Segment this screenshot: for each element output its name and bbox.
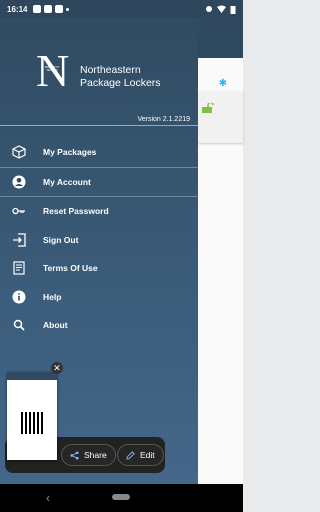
background-card (198, 91, 243, 143)
key-icon (12, 204, 26, 218)
menu-item-label: About (43, 320, 68, 331)
battery-icon (230, 5, 236, 14)
brand-text: Northeastern Package Lockers (80, 64, 161, 90)
share-label: Share (84, 450, 107, 460)
share-button[interactable]: Share (61, 444, 116, 466)
menu-item-label: Help (43, 291, 62, 302)
wifi-icon (217, 5, 226, 13)
menu-item-sign-out[interactable]: Sign Out (0, 226, 198, 255)
brand-line-1: Northeastern (80, 64, 141, 76)
app-notification-icon (44, 5, 53, 13)
status-time: 16:14 (7, 4, 28, 14)
thumbnail-header (7, 372, 57, 380)
system-navigation-bar: ‹ (0, 484, 243, 512)
brand-line-2: Package Lockers (80, 77, 161, 89)
version-label: Version 2.1.2219 (137, 116, 190, 123)
menu-item-terms-of-use[interactable]: Terms Of Use (0, 254, 198, 283)
menu-item-label: Terms Of Use (43, 263, 98, 274)
header-divider (0, 125, 198, 126)
home-pill-icon[interactable] (112, 494, 130, 500)
more-notifications-icon (66, 7, 70, 11)
search-icon (12, 318, 26, 332)
document-icon (12, 261, 26, 275)
menu-item-help[interactable]: Help (0, 283, 198, 312)
account-icon (12, 175, 26, 189)
media-notification-icon (55, 5, 64, 13)
menu-item-label: My Account (43, 176, 91, 187)
sign-out-icon (12, 233, 26, 247)
menu-item-reset-password[interactable]: Reset Password (0, 197, 198, 226)
menu-item-label: Sign Out (43, 234, 79, 245)
back-chevron-icon[interactable]: ‹ (46, 491, 50, 505)
edit-label: Edit (140, 450, 155, 460)
menu-item-my-account[interactable]: My Account (0, 168, 198, 197)
drawer-menu: My Packages My Account Reset Password Si… (0, 138, 198, 340)
menu-item-my-packages[interactable]: My Packages (0, 138, 198, 168)
menu-item-label: My Packages (43, 147, 97, 158)
background-app: ✱ (198, 18, 243, 484)
info-icon (12, 290, 26, 304)
location-icon (206, 6, 212, 12)
edit-pencil-icon (126, 450, 135, 460)
status-bar: 16:14 (0, 0, 243, 18)
qr-code-image (21, 412, 43, 434)
northeastern-logo: N 1898 ARTIST DEFINES (36, 48, 69, 94)
logo-small-text: 1898 ARTIST DEFINES (44, 66, 60, 72)
menu-item-label: Reset Password (43, 206, 109, 217)
share-icon (70, 450, 79, 460)
background-app-header (198, 18, 243, 58)
close-icon[interactable]: ✕ (51, 362, 63, 374)
notification-icon (33, 5, 42, 13)
bluetooth-icon: ✱ (218, 78, 227, 89)
box-icon (12, 145, 26, 159)
menu-item-about[interactable]: About (0, 311, 198, 340)
unlock-icon (202, 103, 214, 113)
edit-button[interactable]: Edit (117, 444, 164, 466)
screenshot-thumbnail[interactable]: ✕ (7, 362, 63, 460)
